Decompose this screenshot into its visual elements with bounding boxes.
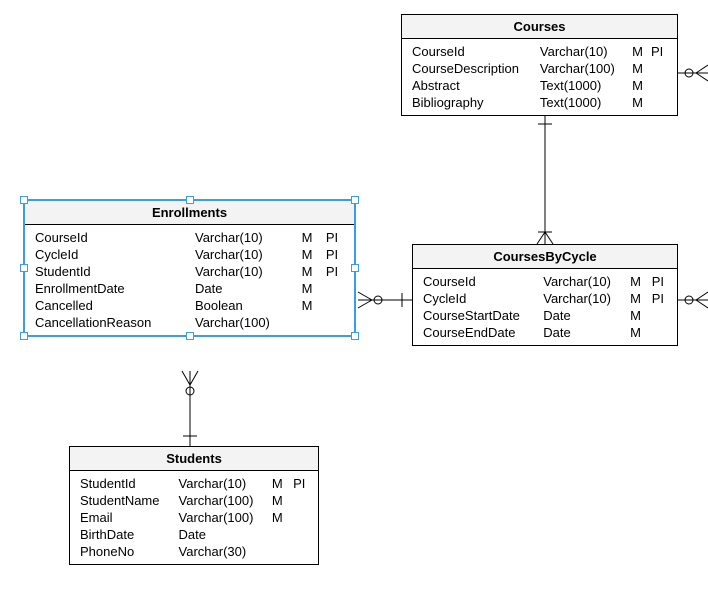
rel-courses-coursesbycycle <box>537 114 553 244</box>
entity-coursesbycycle-header[interactable]: CoursesByCycle <box>413 245 677 269</box>
selection-handle-s[interactable] <box>186 332 194 340</box>
entity-students-header[interactable]: Students <box>70 447 318 471</box>
selection-handle-ne[interactable] <box>351 196 359 204</box>
entity-coursesbycycle[interactable]: CoursesByCycle CourseIdVarchar(10)MPI Cy… <box>412 244 678 346</box>
selection-handle-e[interactable] <box>351 264 359 272</box>
rel-coursesbycycle-external <box>678 292 708 308</box>
entity-enrollments[interactable]: Enrollments CourseIdVarchar(10)MPI Cycle… <box>23 199 356 337</box>
selection-handle-se[interactable] <box>351 332 359 340</box>
entity-courses-header[interactable]: Courses <box>402 15 677 39</box>
entity-coursesbycycle-attrs: CourseIdVarchar(10)MPI CycleIdVarchar(10… <box>419 273 671 341</box>
rel-enrollments-coursesbycycle <box>358 292 412 308</box>
entity-courses[interactable]: Courses CourseIdVarchar(10)MPI CourseDes… <box>401 14 678 116</box>
selection-handle-w[interactable] <box>20 264 28 272</box>
selection-handle-n[interactable] <box>186 196 194 204</box>
selection-handle-nw[interactable] <box>20 196 28 204</box>
entity-enrollments-attrs: CourseIdVarchar(10)MPI CycleIdVarchar(10… <box>31 229 348 331</box>
rel-courses-external <box>678 65 708 81</box>
selection-handle-sw[interactable] <box>20 332 28 340</box>
entity-students-attrs: StudentIdVarchar(10)MPI StudentNameVarch… <box>76 475 312 560</box>
rel-enrollments-students <box>182 371 198 446</box>
entity-courses-attrs: CourseIdVarchar(10)MPI CourseDescription… <box>408 43 671 111</box>
entity-enrollments-header[interactable]: Enrollments <box>25 201 354 225</box>
entity-students[interactable]: Students StudentIdVarchar(10)MPI Student… <box>69 446 319 565</box>
